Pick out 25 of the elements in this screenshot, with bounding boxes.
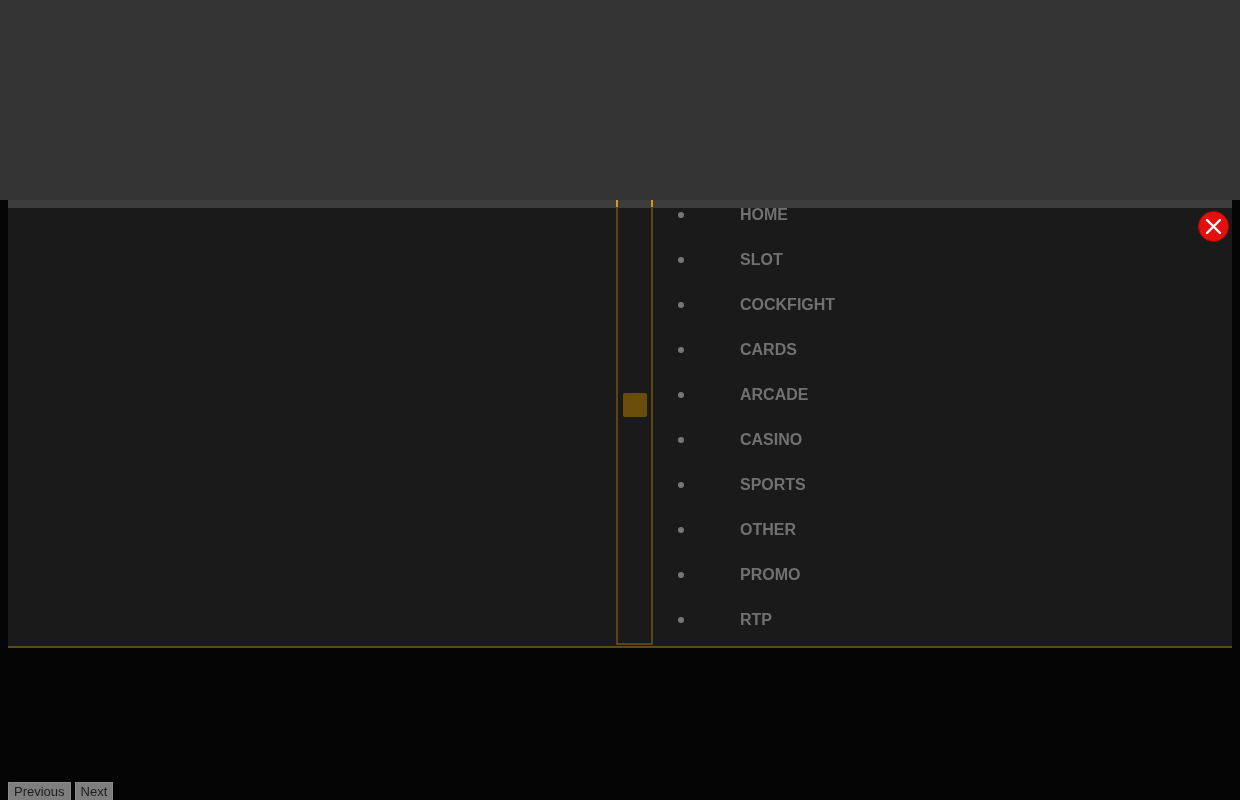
close-icon[interactable] — [1198, 211, 1229, 242]
nav-link[interactable]: RTP — [740, 610, 772, 629]
pager-button[interactable]: Previous — [8, 782, 71, 800]
bullet-icon — [678, 571, 684, 578]
vertical-slider-track[interactable] — [616, 200, 653, 645]
bullet-icon — [678, 301, 684, 308]
bullet-icon — [678, 211, 684, 218]
nav-link[interactable]: CASINO — [740, 430, 803, 449]
pager-button[interactable]: Next — [74, 782, 114, 800]
nav-link[interactable]: PROMO — [740, 565, 801, 584]
bullet-icon — [678, 391, 684, 398]
slider-thumb[interactable] — [623, 392, 647, 417]
bullet-icon — [678, 481, 684, 488]
nav-link[interactable]: SLOT — [740, 250, 783, 269]
bullet-icon — [678, 346, 684, 353]
bullet-icon — [678, 436, 684, 443]
bullet-icon — [678, 256, 684, 263]
nav-link[interactable]: COCKFIGHT — [740, 295, 836, 314]
nav-link[interactable]: SPORTS — [740, 475, 806, 494]
bullet-icon — [678, 616, 684, 623]
bullet-icon — [678, 526, 684, 533]
nav-link[interactable]: HOME — [740, 205, 788, 224]
nav-link[interactable]: ARCADE — [740, 385, 809, 404]
nav-link[interactable]: CARDS — [740, 340, 797, 359]
nav-link[interactable]: OTHER — [740, 520, 796, 539]
